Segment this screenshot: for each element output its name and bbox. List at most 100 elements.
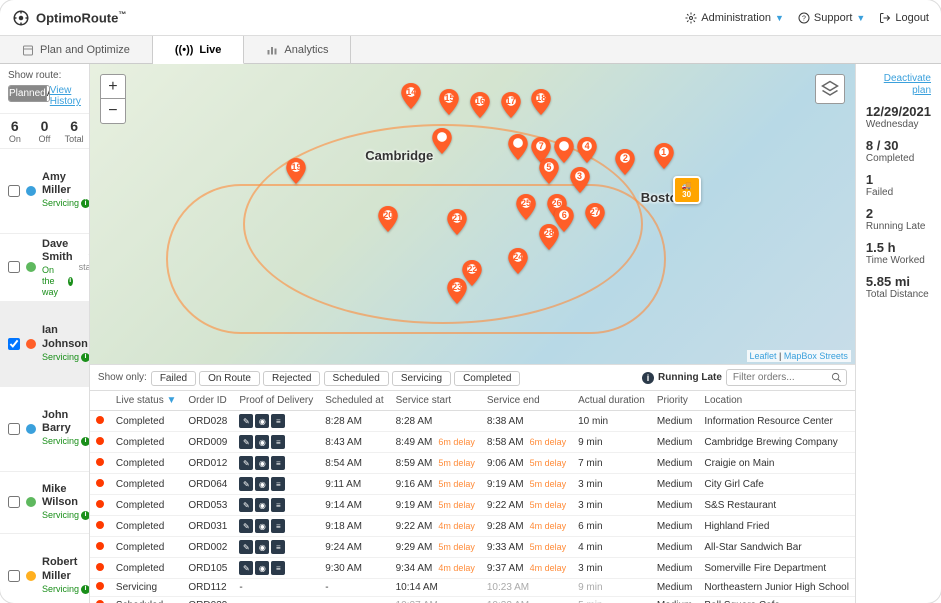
tab-plan[interactable]: Plan and Optimize xyxy=(0,36,153,63)
deactivate-link[interactable]: Deactivate plan xyxy=(884,73,931,96)
table-row[interactable]: Servicing ORD112 - - 10:14 AM 10:23 AM 9… xyxy=(90,579,855,597)
table-row[interactable]: Completed ORD031 ✎ ◉ ≡ 9:18 AM 9:22 AM4m… xyxy=(90,516,855,537)
pod-signature-icon[interactable]: ✎ xyxy=(239,498,253,512)
pod-signature-icon[interactable]: ✎ xyxy=(239,561,253,575)
driver-row[interactable]: John Barry Servicing i 5m late 📍6/26 sta… xyxy=(0,387,89,472)
col-header[interactable] xyxy=(90,391,110,411)
leaflet-link[interactable]: Leaflet xyxy=(750,351,777,361)
search-icon[interactable] xyxy=(831,372,842,383)
tab-live[interactable]: ((•)) Live xyxy=(153,36,245,64)
map-pin[interactable]: 25 xyxy=(516,194,536,220)
pod-note-icon[interactable]: ≡ xyxy=(271,477,285,491)
map-pin[interactable]: 28 xyxy=(539,224,559,250)
pod-signature-icon[interactable]: ✎ xyxy=(239,519,253,533)
mapbox-link[interactable]: MapBox Streets xyxy=(784,351,848,361)
filter-chip[interactable]: On Route xyxy=(199,371,260,386)
table-row[interactable]: Completed ORD009 ✎ ◉ ≡ 8:43 AM 8:49 AM6m… xyxy=(90,432,855,453)
map[interactable]: Cambridge Boston + − 1415161718745321192… xyxy=(90,64,855,364)
map-pin[interactable]: 18 xyxy=(531,89,551,115)
filter-chip[interactable]: Failed xyxy=(151,371,196,386)
pod-note-icon[interactable]: ≡ xyxy=(271,414,285,428)
col-header[interactable]: Scheduled at xyxy=(319,391,389,411)
map-pin[interactable]: 4 xyxy=(577,137,597,163)
map-pin[interactable]: 2 xyxy=(615,149,635,175)
pod-photo-icon[interactable]: ◉ xyxy=(255,414,269,428)
pod-signature-icon[interactable]: ✎ xyxy=(239,414,253,428)
driver-row[interactable]: Amy Miller Servicing i 2m late 📍8/54 sta… xyxy=(0,149,89,234)
table-row[interactable]: Completed ORD028 ✎ ◉ ≡ 8:28 AM 8:28 AM 8… xyxy=(90,411,855,432)
table-row[interactable]: Completed ORD002 ✎ ◉ ≡ 9:24 AM 9:29 AM5m… xyxy=(90,537,855,558)
col-header[interactable]: Actual duration xyxy=(572,391,651,411)
map-pin[interactable]: 15 xyxy=(439,89,459,115)
admin-link[interactable]: Administration▼ xyxy=(685,12,784,24)
filter-chip[interactable]: Servicing xyxy=(392,371,451,386)
pod-photo-icon[interactable]: ◉ xyxy=(255,540,269,554)
driver-row[interactable]: Robert Miller Servicing i 2m late 📍7/23 … xyxy=(0,534,89,603)
col-header[interactable]: Proof of Delivery xyxy=(233,391,319,411)
pod-note-icon[interactable]: ≡ xyxy=(271,456,285,470)
filter-input[interactable] xyxy=(731,370,831,385)
map-pin[interactable]: 23 xyxy=(447,278,467,304)
col-header[interactable]: Priority xyxy=(651,391,699,411)
map-pin[interactable]: 1 xyxy=(654,143,674,169)
zoom-in[interactable]: + xyxy=(101,75,125,99)
filter-chip[interactable]: Rejected xyxy=(263,371,320,386)
map-pin[interactable]: 14 xyxy=(401,83,421,109)
map-pin[interactable]: 17 xyxy=(501,92,521,118)
col-header[interactable]: Service end xyxy=(481,391,572,411)
table-row[interactable]: Completed ORD105 ✎ ◉ ≡ 9:30 AM 9:34 AM4m… xyxy=(90,558,855,579)
layers-button[interactable] xyxy=(815,74,845,104)
truck-pin[interactable]: 🚚30 xyxy=(673,176,701,204)
driver-checkbox[interactable] xyxy=(8,338,20,350)
driver-checkbox[interactable] xyxy=(8,261,20,273)
pod-note-icon[interactable]: ≡ xyxy=(271,435,285,449)
view-history-link[interactable]: View History xyxy=(50,85,81,107)
map-pin[interactable] xyxy=(432,128,452,154)
tab-analytics[interactable]: Analytics xyxy=(244,36,351,63)
col-header[interactable]: Live status ▼ xyxy=(110,391,183,411)
pod-photo-icon[interactable]: ◉ xyxy=(255,477,269,491)
filter-chip[interactable]: Completed xyxy=(454,371,520,386)
map-pin[interactable]: 24 xyxy=(508,248,528,274)
map-pin[interactable]: 19 xyxy=(286,158,306,184)
pod-signature-icon[interactable]: ✎ xyxy=(239,477,253,491)
map-pin[interactable]: 16 xyxy=(470,92,490,118)
support-link[interactable]: ? Support▼ xyxy=(798,12,865,24)
driver-checkbox[interactable] xyxy=(8,570,20,582)
map-pin[interactable]: 20 xyxy=(378,206,398,232)
pod-signature-icon[interactable]: ✎ xyxy=(239,540,253,554)
order-table-wrap[interactable]: Live status ▼Order IDProof of DeliverySc… xyxy=(90,391,855,603)
info-icon[interactable]: i xyxy=(642,372,654,384)
pod-photo-icon[interactable]: ◉ xyxy=(255,498,269,512)
pod-photo-icon[interactable]: ◉ xyxy=(255,456,269,470)
pod-photo-icon[interactable]: ◉ xyxy=(255,561,269,575)
driver-checkbox[interactable] xyxy=(8,423,20,435)
col-header[interactable]: Service start xyxy=(390,391,481,411)
driver-checkbox[interactable] xyxy=(8,496,20,508)
pod-photo-icon[interactable]: ◉ xyxy=(255,435,269,449)
map-pin[interactable]: 5 xyxy=(539,158,559,184)
logout-link[interactable]: Logout xyxy=(879,12,929,24)
pod-signature-icon[interactable]: ✎ xyxy=(239,456,253,470)
driver-checkbox[interactable] xyxy=(8,185,20,197)
pod-photo-icon[interactable]: ◉ xyxy=(255,519,269,533)
driver-row[interactable]: Dave Smith On the way i 📍9/24 started ju… xyxy=(0,234,89,303)
table-row[interactable]: Completed ORD012 ✎ ◉ ≡ 8:54 AM 8:59 AM5m… xyxy=(90,453,855,474)
seg-planned[interactable]: Planned xyxy=(9,86,47,101)
zoom-out[interactable]: − xyxy=(101,99,125,123)
table-row[interactable]: Completed ORD064 ✎ ◉ ≡ 9:11 AM 9:16 AM5m… xyxy=(90,474,855,495)
driver-row[interactable]: Ian Johnson Servicing i 4m late 📍8/30 st… xyxy=(0,302,89,387)
pod-signature-icon[interactable]: ✎ xyxy=(239,435,253,449)
driver-row[interactable]: Mike Wilson Servicing i 📍7/23 started ju… xyxy=(0,472,89,535)
pod-note-icon[interactable]: ≡ xyxy=(271,498,285,512)
pod-note-icon[interactable]: ≡ xyxy=(271,540,285,554)
map-pin[interactable]: 21 xyxy=(447,209,467,235)
col-header[interactable]: Location xyxy=(698,391,855,411)
table-row[interactable]: Completed ORD053 ✎ ◉ ≡ 9:14 AM 9:19 AM5m… xyxy=(90,495,855,516)
table-row[interactable]: Scheduled ORD039 - - 10:27 AM 10:32 AM 5… xyxy=(90,597,855,603)
pod-note-icon[interactable]: ≡ xyxy=(271,519,285,533)
map-pin[interactable] xyxy=(508,134,528,160)
filter-chip[interactable]: Scheduled xyxy=(324,371,389,386)
map-pin[interactable]: 3 xyxy=(570,167,590,193)
pod-note-icon[interactable]: ≡ xyxy=(271,561,285,575)
